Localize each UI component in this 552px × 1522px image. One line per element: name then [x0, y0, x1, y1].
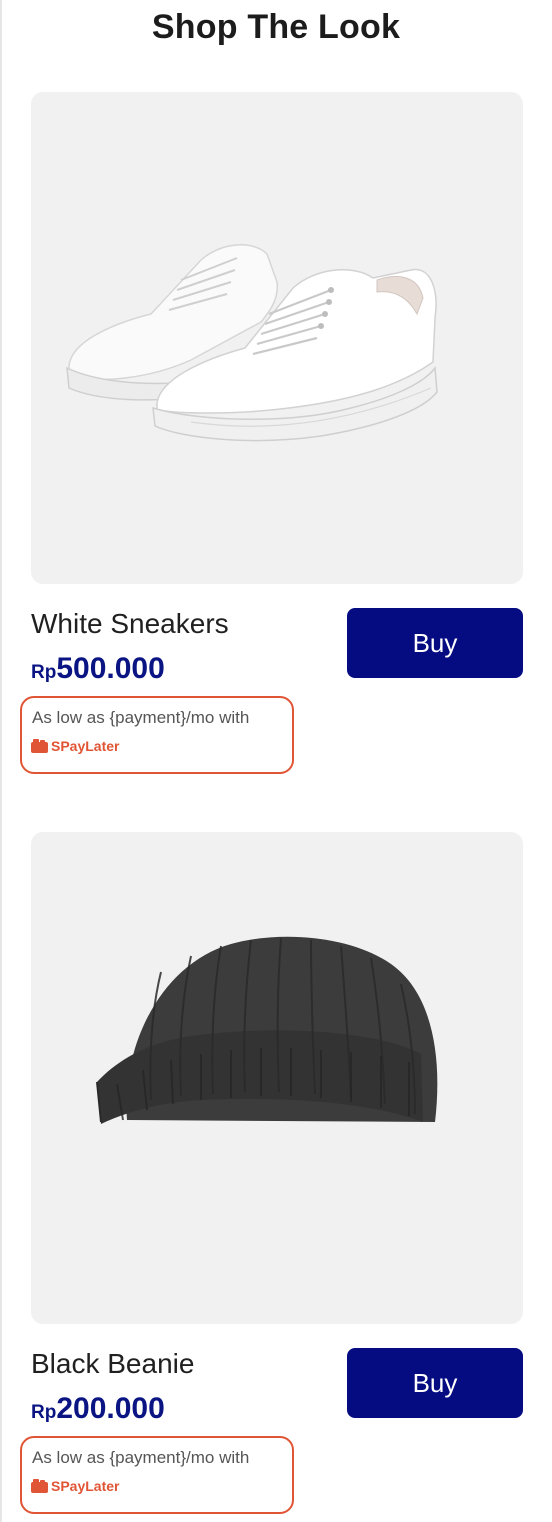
paylater-text: As low as {payment}/mo with [32, 708, 250, 727]
product-name: Black Beanie [31, 1348, 195, 1379]
paylater-brand: SPayLater [51, 1478, 120, 1494]
spaylater-logo: SPayLater [31, 738, 119, 754]
price-currency: Rp [31, 662, 57, 683]
buy-button-beanie[interactable]: Buy [347, 1348, 523, 1418]
spaylater-logo: SPayLater [31, 1478, 119, 1494]
product-name: White Sneakers [31, 608, 229, 639]
product-image-sneakers[interactable] [31, 92, 523, 584]
price-amount: 500.000 [56, 652, 165, 685]
paylater-brand: SPayLater [51, 738, 120, 754]
product-price: Rp500.000 [31, 652, 165, 686]
price-amount: 200.000 [56, 1392, 165, 1425]
paylater-text: As low as {payment}/mo with [32, 1448, 250, 1467]
beanie-image [96, 936, 438, 1124]
price-currency: Rp [31, 1402, 57, 1423]
page-title: Shop The Look [151, 8, 401, 46]
paylater-callout[interactable]: As low as {payment}/mo with SPayLater [20, 1436, 294, 1514]
sneakers-image [66, 244, 438, 442]
product-price: Rp200.000 [31, 1392, 165, 1426]
wallet-icon [31, 739, 48, 753]
wallet-icon [31, 1479, 48, 1493]
buy-button-sneakers[interactable]: Buy [347, 608, 523, 678]
paylater-callout[interactable]: As low as {payment}/mo with SPayLater [20, 696, 294, 774]
product-image-beanie[interactable] [31, 832, 523, 1324]
left-divider [0, 0, 2, 1522]
